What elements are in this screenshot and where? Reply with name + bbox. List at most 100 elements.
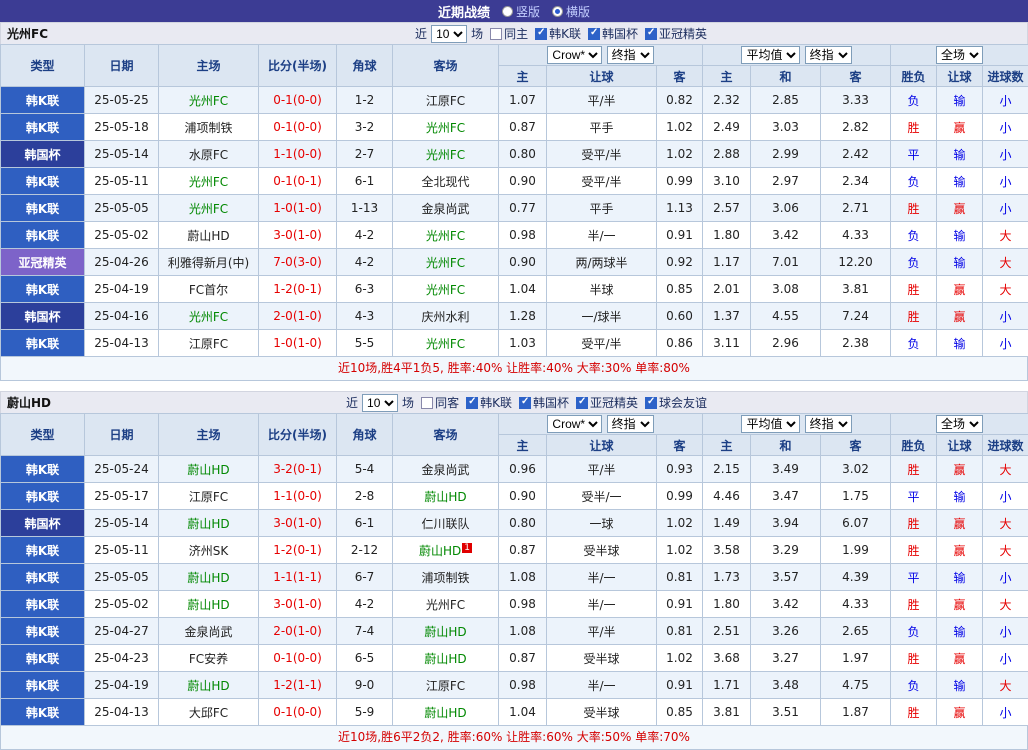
topbar: 近期战绩 竖版 横版 <box>0 0 1028 22</box>
bookmaker-select[interactable]: Crow* <box>547 415 602 433</box>
cell-away-team[interactable]: 仁川联队 <box>393 510 499 537</box>
cell-away-team[interactable]: 江原FC <box>393 87 499 114</box>
cell-home-team[interactable]: 蔚山HD <box>159 510 259 537</box>
cell-away-team[interactable]: 蔚山HD <box>393 645 499 672</box>
cell-away-team[interactable]: 全北现代 <box>393 168 499 195</box>
cell-away-team[interactable]: 蔚山HD <box>393 699 499 726</box>
cell-away-team[interactable]: 光州FC <box>393 114 499 141</box>
cell-away-team[interactable]: 光州FC <box>393 222 499 249</box>
cell-home-team[interactable]: 光州FC <box>159 168 259 195</box>
odds-time-select[interactable]: 终指 <box>607 415 654 433</box>
cell-odds-away: 0.99 <box>657 483 703 510</box>
filter-league-acl-elite[interactable]: 亚冠精英 <box>645 25 707 42</box>
cell-handicap-result: 赢 <box>937 114 983 141</box>
kleague-checkbox[interactable] <box>466 397 478 409</box>
cell-corners: 4-3 <box>337 303 393 330</box>
cell-avg-draw: 3.29 <box>751 537 821 564</box>
cell-away-team[interactable]: 光州FC <box>393 591 499 618</box>
cell-home-team[interactable]: 光州FC <box>159 87 259 114</box>
filter-league-korean-cup[interactable]: 韩国杯 <box>519 394 569 411</box>
cell-away-team[interactable]: 蔚山HD <box>393 483 499 510</box>
cell-away-team[interactable]: 光州FC <box>393 141 499 168</box>
cell-corners: 5-9 <box>337 699 393 726</box>
cell-home-team[interactable]: 蔚山HD <box>159 456 259 483</box>
cell-away-team[interactable]: 浦项制铁 <box>393 564 499 591</box>
filter-same-venue[interactable]: 同客 <box>421 394 459 411</box>
cell-home-team[interactable]: 光州FC <box>159 195 259 222</box>
filter-league-korean-cup[interactable]: 韩国杯 <box>588 25 638 42</box>
layout-vertical-option[interactable]: 竖版 <box>502 3 540 20</box>
cell-away-team[interactable]: 江原FC <box>393 672 499 699</box>
cell-home-team[interactable]: 江原FC <box>159 330 259 357</box>
cell-away-team[interactable]: 光州FC <box>393 330 499 357</box>
cell-avg-home: 2.51 <box>703 618 751 645</box>
bookmaker-select[interactable]: Crow* <box>547 46 602 64</box>
cell-home-team[interactable]: 蔚山HD <box>159 222 259 249</box>
match-count-select[interactable]: 10 <box>431 25 467 43</box>
match-scope-select[interactable]: 全场 <box>936 46 983 64</box>
cell-away-team[interactable]: 光州FC <box>393 276 499 303</box>
col-odds-away: 客 <box>657 435 703 456</box>
kleague-checkbox[interactable] <box>535 28 547 40</box>
club-friendly-checkbox[interactable] <box>645 397 657 409</box>
cell-goals-result: 小 <box>983 168 1028 195</box>
korean-cup-checkbox[interactable] <box>588 28 600 40</box>
same-venue-checkbox[interactable] <box>421 397 433 409</box>
cell-home-team[interactable]: 光州FC <box>159 303 259 330</box>
same-venue-checkbox[interactable] <box>490 28 502 40</box>
cell-score: 3-2(0-1) <box>259 456 337 483</box>
filter-league-kleague[interactable]: 韩K联 <box>466 394 512 411</box>
match-scope-select[interactable]: 全场 <box>936 415 983 433</box>
vertical-radio[interactable] <box>502 6 513 17</box>
cell-home-team[interactable]: 金泉尚武 <box>159 618 259 645</box>
cell-home-team[interactable]: 蔚山HD <box>159 672 259 699</box>
cell-home-team[interactable]: 蔚山HD <box>159 564 259 591</box>
team-section-gwangju: 光州FC 近 10 场 同主 韩K联 韩国杯 <box>0 22 1028 381</box>
cell-home-team[interactable]: 浦项制铁 <box>159 114 259 141</box>
cell-home-team[interactable]: 蔚山HD <box>159 591 259 618</box>
cell-home-team[interactable]: 水原FC <box>159 141 259 168</box>
cell-away-team[interactable]: 蔚山HD <box>393 618 499 645</box>
col-type: 类型 <box>1 414 85 456</box>
korean-cup-checkbox[interactable] <box>519 397 531 409</box>
cell-result: 平 <box>891 483 937 510</box>
filter-league-kleague[interactable]: 韩K联 <box>535 25 581 42</box>
col-avg-away: 客 <box>821 435 891 456</box>
cell-home-team[interactable]: FC安养 <box>159 645 259 672</box>
layout-horizontal-option[interactable]: 横版 <box>552 3 590 20</box>
match-count-select[interactable]: 10 <box>362 394 398 412</box>
cell-home-team[interactable]: 利雅得新月(中) <box>159 249 259 276</box>
cell-result: 胜 <box>891 537 937 564</box>
cell-home-team[interactable]: 济州SK <box>159 537 259 564</box>
average-select[interactable]: 平均值 <box>741 46 800 64</box>
cell-away-team[interactable]: 金泉尚武 <box>393 195 499 222</box>
acl-elite-checkbox[interactable] <box>645 28 657 40</box>
match-row: 韩K联25-05-11济州SK1-2(0-1)2-12蔚山HD10.87受半球1… <box>1 537 1028 564</box>
cell-away-team[interactable]: 光州FC <box>393 249 499 276</box>
horizontal-radio[interactable] <box>552 6 563 17</box>
cell-away-team[interactable]: 蔚山HD1 <box>393 537 499 564</box>
odds-time-select[interactable]: 终指 <box>607 46 654 64</box>
cell-handicap: 受平/半 <box>547 141 657 168</box>
col-home: 主场 <box>159 45 259 87</box>
cell-odds-away: 0.93 <box>657 456 703 483</box>
filter-same-venue[interactable]: 同主 <box>490 25 528 42</box>
match-row: 韩K联25-05-05光州FC1-0(1-0)1-13金泉尚武0.77平手1.1… <box>1 195 1028 222</box>
cell-handicap-result: 输 <box>937 87 983 114</box>
cell-away-team[interactable]: 金泉尚武 <box>393 456 499 483</box>
cell-score: 0-1(0-0) <box>259 699 337 726</box>
filter-league-club-friendly[interactable]: 球会友谊 <box>645 394 707 411</box>
acl-elite-checkbox[interactable] <box>576 397 588 409</box>
cell-avg-draw: 3.49 <box>751 456 821 483</box>
cell-odds-away: 0.60 <box>657 303 703 330</box>
average-time-select[interactable]: 终指 <box>805 415 852 433</box>
cell-date: 25-04-16 <box>85 303 159 330</box>
filter-league-acl-elite[interactable]: 亚冠精英 <box>576 394 638 411</box>
cell-home-team[interactable]: 江原FC <box>159 483 259 510</box>
average-time-select[interactable]: 终指 <box>805 46 852 64</box>
cell-home-team[interactable]: FC首尔 <box>159 276 259 303</box>
cell-avg-home: 2.49 <box>703 114 751 141</box>
cell-away-team[interactable]: 庆州水利 <box>393 303 499 330</box>
cell-home-team[interactable]: 大邱FC <box>159 699 259 726</box>
average-select[interactable]: 平均值 <box>741 415 800 433</box>
